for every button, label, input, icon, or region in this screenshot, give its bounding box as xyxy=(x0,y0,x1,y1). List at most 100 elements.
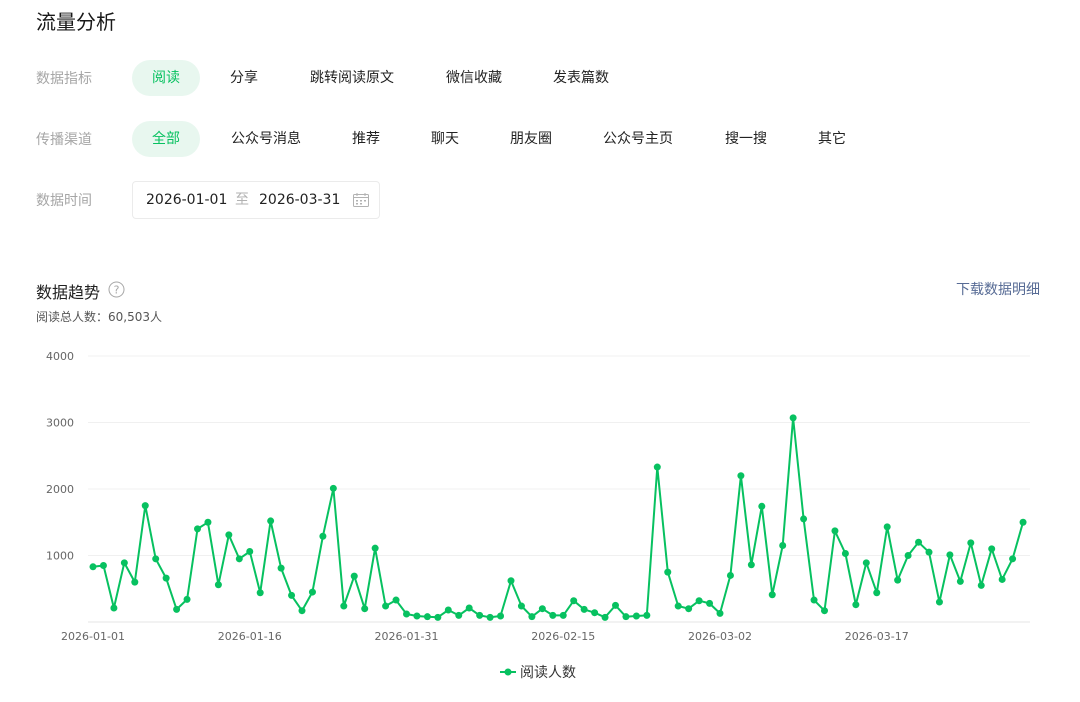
data-point[interactable] xyxy=(89,563,97,571)
data-point[interactable] xyxy=(392,596,400,604)
data-point[interactable] xyxy=(173,605,181,613)
help-icon[interactable]: ? xyxy=(108,281,125,298)
data-point[interactable] xyxy=(559,611,567,619)
data-point[interactable] xyxy=(308,588,316,596)
channel-option-search[interactable]: 搜一搜 xyxy=(725,121,767,157)
data-point[interactable] xyxy=(873,589,881,597)
data-point[interactable] xyxy=(235,555,243,563)
data-point[interactable] xyxy=(246,548,254,556)
data-point[interactable] xyxy=(716,609,724,617)
data-point[interactable] xyxy=(580,605,588,613)
data-point[interactable] xyxy=(758,502,766,510)
data-point[interactable] xyxy=(622,613,630,621)
data-point[interactable] xyxy=(319,532,327,540)
chart-legend[interactable]: 阅读人数 xyxy=(500,662,576,682)
data-point[interactable] xyxy=(162,574,170,582)
data-point[interactable] xyxy=(831,527,839,535)
data-point[interactable] xyxy=(194,525,201,533)
data-point[interactable] xyxy=(821,607,828,615)
data-point[interactable] xyxy=(131,578,139,586)
data-point[interactable] xyxy=(204,518,212,526)
data-point[interactable] xyxy=(925,548,933,556)
data-point[interactable] xyxy=(977,581,985,589)
metric-option-share[interactable]: 分享 xyxy=(230,60,258,96)
data-point[interactable] xyxy=(507,577,515,585)
data-point[interactable] xyxy=(894,576,902,584)
date-start-value[interactable]: 2026-01-01 xyxy=(146,182,227,218)
data-point[interactable] xyxy=(810,596,818,604)
data-point[interactable] xyxy=(549,611,557,619)
data-point[interactable] xyxy=(695,597,703,605)
data-point[interactable] xyxy=(288,591,296,599)
data-point[interactable] xyxy=(601,613,609,621)
data-point[interactable] xyxy=(413,612,421,620)
data-point[interactable] xyxy=(841,550,849,558)
data-point[interactable] xyxy=(538,605,546,613)
data-point[interactable] xyxy=(800,515,808,523)
channel-option-account-message[interactable]: 公众号消息 xyxy=(231,121,301,157)
channel-option-account-homepage[interactable]: 公众号主页 xyxy=(603,121,673,157)
metric-option-publish-count[interactable]: 发表篇数 xyxy=(553,60,609,96)
data-point[interactable] xyxy=(779,542,787,550)
channel-option-all[interactable]: 全部 xyxy=(132,121,200,157)
data-point[interactable] xyxy=(1009,555,1017,563)
data-point[interactable] xyxy=(277,564,285,572)
data-point[interactable] xyxy=(444,606,452,614)
date-range-picker[interactable]: 2026-01-01 至 2026-03-31 xyxy=(132,181,380,219)
data-point[interactable] xyxy=(141,502,149,510)
data-point[interactable] xyxy=(183,595,191,603)
data-point[interactable] xyxy=(706,599,714,607)
data-point[interactable] xyxy=(988,545,996,553)
data-point[interactable] xyxy=(852,601,860,609)
data-point[interactable] xyxy=(214,581,222,589)
data-point[interactable] xyxy=(350,572,358,580)
data-point[interactable] xyxy=(528,613,536,621)
data-point[interactable] xyxy=(110,604,118,612)
data-point[interactable] xyxy=(434,613,442,621)
channel-option-other[interactable]: 其它 xyxy=(818,121,846,157)
calendar-icon[interactable] xyxy=(353,193,369,207)
data-point[interactable] xyxy=(497,612,505,620)
data-point[interactable] xyxy=(517,602,525,610)
metric-option-jump-original[interactable]: 跳转阅读原文 xyxy=(310,60,394,96)
data-point[interactable] xyxy=(267,517,275,525)
data-point[interactable] xyxy=(256,589,264,597)
metric-option-read[interactable]: 阅读 xyxy=(132,60,200,96)
data-point[interactable] xyxy=(225,531,233,539)
data-point[interactable] xyxy=(455,611,463,619)
data-point[interactable] xyxy=(612,601,619,609)
data-point[interactable] xyxy=(120,559,128,567)
channel-option-recommend[interactable]: 推荐 xyxy=(352,121,380,157)
data-point[interactable] xyxy=(653,463,661,471)
data-point[interactable] xyxy=(465,604,473,612)
data-point[interactable] xyxy=(946,551,954,559)
data-point[interactable] xyxy=(1019,518,1027,526)
channel-option-chat[interactable]: 聊天 xyxy=(431,121,459,157)
data-point[interactable] xyxy=(726,571,734,579)
data-point[interactable] xyxy=(862,559,870,567)
data-point[interactable] xyxy=(476,611,484,619)
data-point[interactable] xyxy=(570,597,578,605)
metric-option-favorite[interactable]: 微信收藏 xyxy=(446,60,502,96)
data-point[interactable] xyxy=(998,575,1006,583)
data-point[interactable] xyxy=(403,610,410,618)
data-point[interactable] xyxy=(329,484,337,492)
data-point[interactable] xyxy=(883,523,891,531)
data-point[interactable] xyxy=(591,609,599,617)
data-point[interactable] xyxy=(99,561,107,569)
date-end-value[interactable]: 2026-03-31 xyxy=(259,182,340,218)
data-point[interactable] xyxy=(935,598,943,606)
data-point[interactable] xyxy=(486,613,494,621)
data-point[interactable] xyxy=(956,577,964,585)
data-point[interactable] xyxy=(737,472,745,480)
data-point[interactable] xyxy=(747,561,755,569)
data-point[interactable] xyxy=(643,611,651,619)
data-point[interactable] xyxy=(789,414,797,422)
data-point[interactable] xyxy=(685,605,693,613)
data-point[interactable] xyxy=(152,555,160,563)
data-point[interactable] xyxy=(904,552,912,559)
data-point[interactable] xyxy=(340,602,348,610)
data-point[interactable] xyxy=(768,591,776,599)
data-point[interactable] xyxy=(382,602,390,610)
data-point[interactable] xyxy=(967,539,975,547)
